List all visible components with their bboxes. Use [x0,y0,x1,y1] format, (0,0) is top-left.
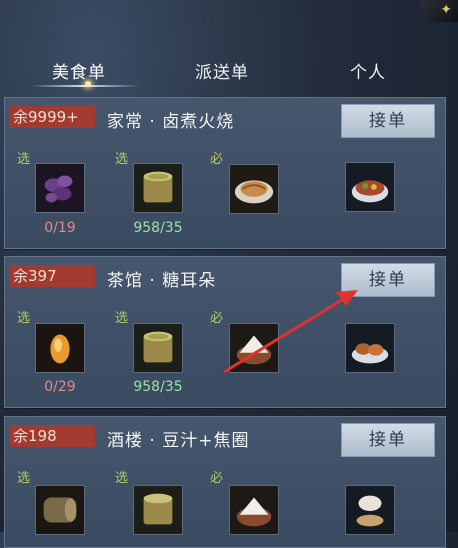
accept-order-button[interactable]: 接单 [341,104,435,138]
ingredient-slot[interactable] [133,323,183,373]
ingredient-count: 958/35 [133,220,183,236]
tab-personal[interactable]: 个人 [350,58,386,83]
sugar-bowl-icon [230,324,278,372]
soy-milk-icon [346,486,394,534]
stew-bowl-icon [346,163,394,211]
required-tag: 必 [210,311,224,326]
required-tag: 必 [210,152,224,167]
optional-tag: 选 [115,311,129,326]
wood-log-icon [36,486,84,534]
amber-crystal-icon [36,324,84,372]
ingredient-count: 0/19 [44,220,76,236]
ingredient-slot[interactable] [229,485,279,535]
recipe-title: 酒楼 · 豆汁+焦圈 [107,431,250,451]
accept-order-button[interactable]: 接单 [341,263,435,297]
ingredient-slot[interactable] [229,164,279,214]
broth-pot-icon [134,486,182,534]
optional-tag: 选 [17,471,31,486]
broth-pot-icon [134,164,182,212]
broth-pot-icon [134,324,182,372]
recipe-title: 茶馆 · 糖耳朵 [107,271,217,291]
accept-order-button[interactable]: 接单 [341,423,435,457]
ingredient-slot[interactable] [35,163,85,213]
ingredient-slot[interactable] [133,485,183,535]
optional-tag: 选 [115,152,129,167]
optional-tag: 选 [17,311,31,326]
ingredient-slot[interactable] [229,323,279,373]
order-card: 余9999+ 家常 · 卤煮火烧 接单 选 0/19 选 958/35 必 [4,97,446,249]
result-dish-slot[interactable] [345,162,395,212]
fried-twists-icon [346,324,394,372]
tab-food-order[interactable]: 美食单 [52,58,106,83]
order-card: 余198 酒楼 · 豆汁+焦圈 接单 选 选 必 [4,416,446,548]
recipe-title: 家常 · 卤煮火烧 [107,112,235,132]
result-dish-slot[interactable] [345,323,395,373]
order-card: 余397 茶馆 · 糖耳朵 接单 选 0/29 选 958/35 必 [4,256,446,408]
optional-tag: 选 [115,471,129,486]
ingredient-slot[interactable] [35,323,85,373]
sparkle-icon: ✦ [440,2,452,18]
corner-decoration: ✦ [420,0,458,22]
ingredient-slot[interactable] [35,485,85,535]
required-tag: 必 [210,471,224,486]
ingredient-count: 0/29 [44,379,76,395]
active-tab-glow [85,81,91,87]
ingredient-count: 958/35 [133,379,183,395]
stock-badge: 余198 [9,425,95,447]
fried-dough-icon [230,165,278,213]
stock-badge: 余397 [9,265,95,287]
tab-delivery-order[interactable]: 派送单 [195,58,249,83]
tab-bar: 美食单 派送单 个人 [0,48,458,98]
stock-badge: 余9999+ [9,106,95,128]
purple-herb-icon [36,164,84,212]
ingredient-slot[interactable] [133,163,183,213]
optional-tag: 选 [17,152,31,167]
result-dish-slot[interactable] [345,485,395,535]
sugar-bowl-icon [230,486,278,534]
